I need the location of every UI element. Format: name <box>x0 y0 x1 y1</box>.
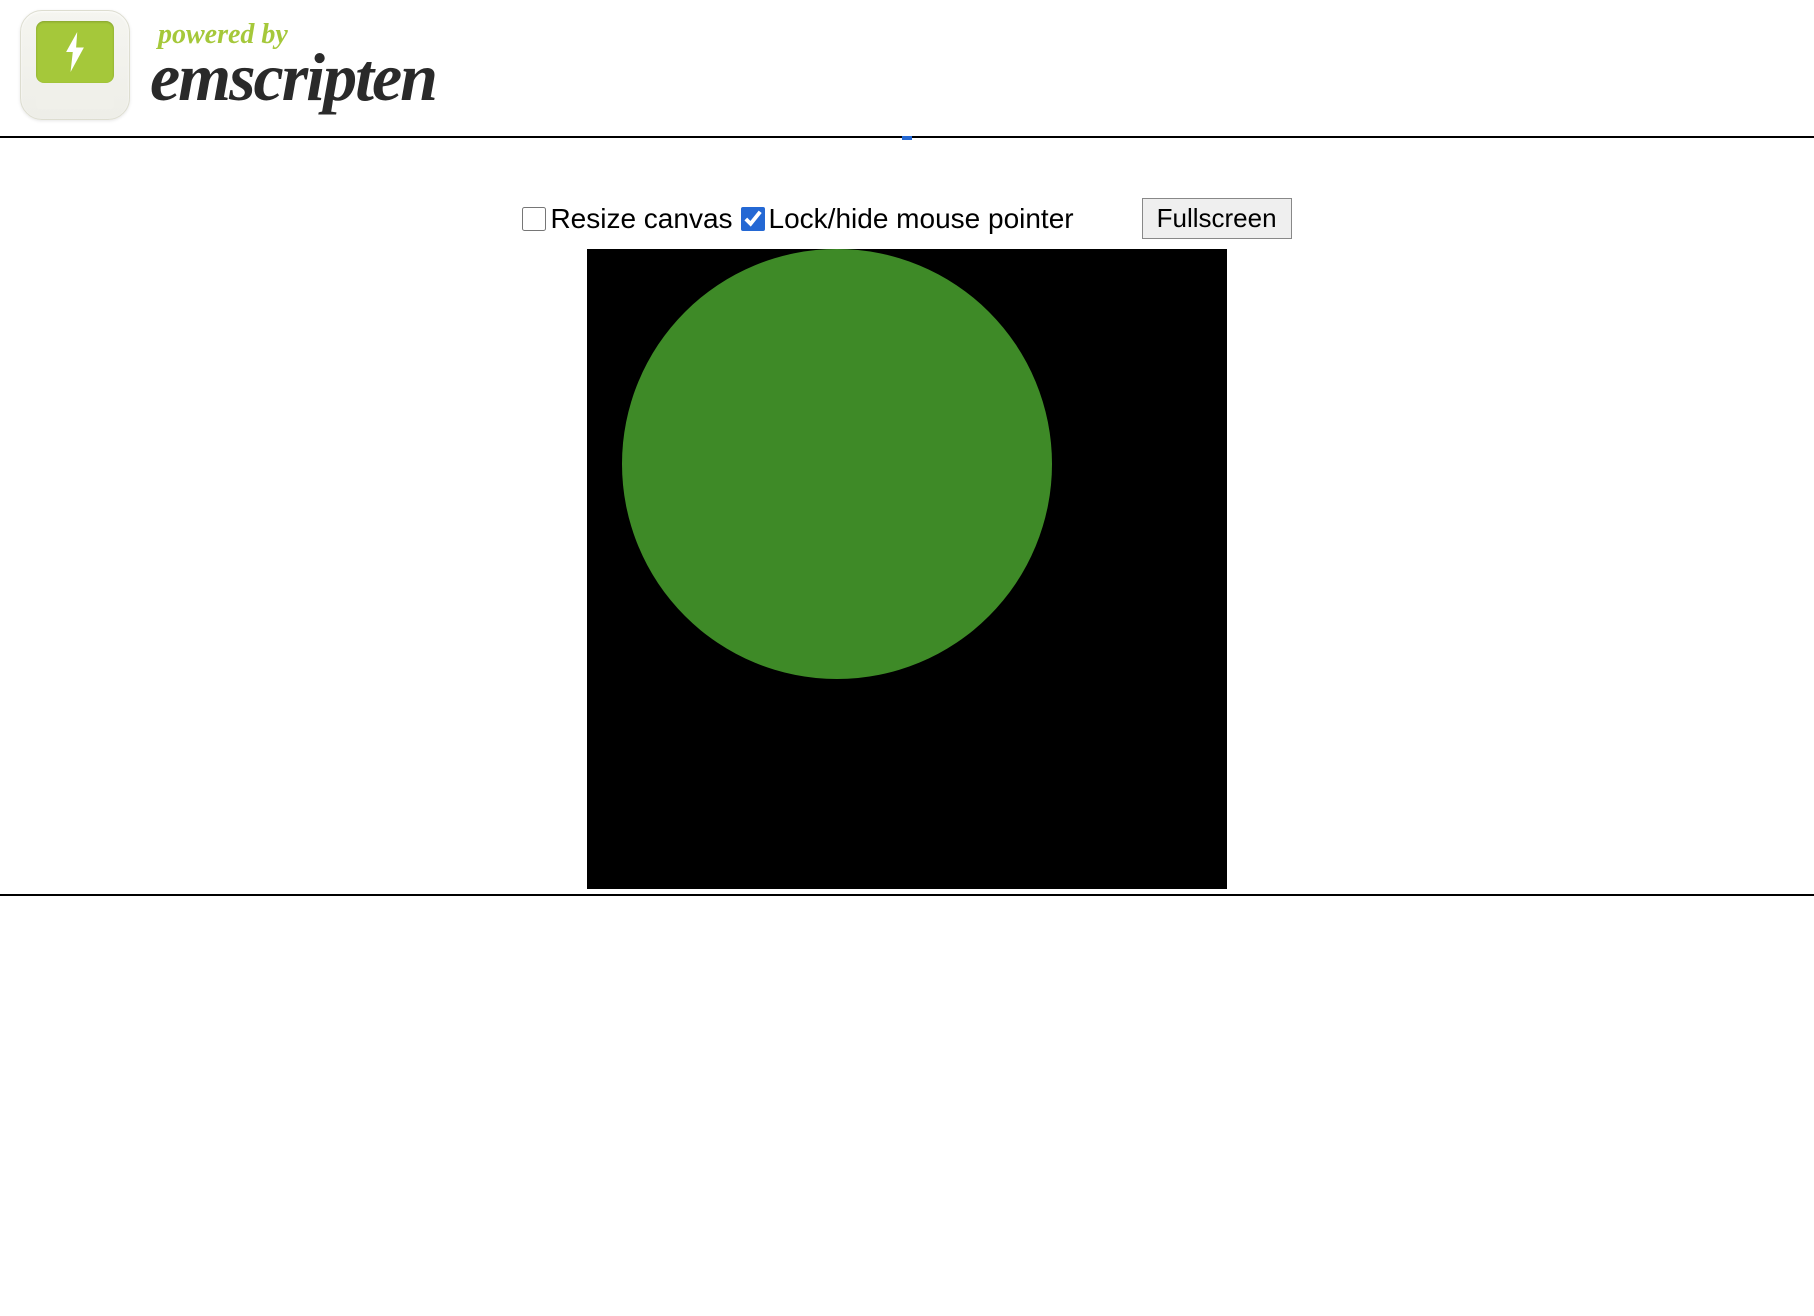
emscripten-canvas[interactable] <box>587 249 1227 889</box>
canvas-options: Resize canvas Lock/hide mouse pointer <box>522 203 1073 235</box>
app-icon-base <box>36 91 114 109</box>
resize-canvas-label-wrap[interactable]: Resize canvas <box>522 203 732 235</box>
lock-pointer-label: Lock/hide mouse pointer <box>769 203 1074 235</box>
rendered-circle <box>622 249 1052 679</box>
spinner-area <box>0 130 1814 136</box>
lightning-bolt-icon <box>61 32 89 72</box>
fullscreen-button[interactable]: Fullscreen <box>1142 198 1292 239</box>
header: powered by emscripten <box>0 0 1814 130</box>
lock-pointer-label-wrap[interactable]: Lock/hide mouse pointer <box>741 203 1074 235</box>
brand-name: emscripten <box>150 43 436 111</box>
resize-canvas-label: Resize canvas <box>550 203 732 235</box>
app-icon-badge <box>36 21 114 83</box>
lock-pointer-checkbox[interactable] <box>741 207 765 231</box>
emscripten-app-icon <box>20 10 130 120</box>
brand-text: powered by emscripten <box>150 19 436 111</box>
resize-canvas-checkbox[interactable] <box>522 207 546 231</box>
spinner-icon <box>902 136 912 140</box>
bottom-divider <box>0 894 1814 896</box>
controls-row: Resize canvas Lock/hide mouse pointer Fu… <box>0 138 1814 249</box>
canvas-container <box>0 249 1814 894</box>
